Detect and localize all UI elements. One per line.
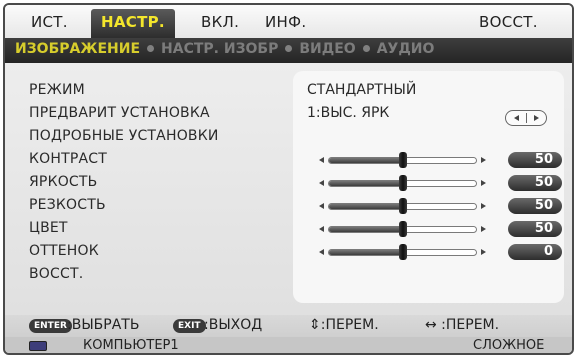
projector-osd-menu: ИСТ. НАСТР. ВКЛ. ИНФ. ВОССТ. ИЗОБРАЖЕНИЕ… [3,3,574,355]
label-reset[interactable]: ВОССТ. [29,266,83,282]
hue-slider[interactable]: 0 [319,244,562,260]
subtab-audio[interactable]: АУДИО [377,41,435,57]
slider-knob[interactable] [398,221,407,237]
slider-fill [329,204,403,209]
decrease-arrow-icon[interactable] [319,180,324,186]
tab-reset[interactable]: ВОССТ. [479,13,538,31]
arrow-divider [526,113,527,123]
preset-value[interactable]: 1:ВЫС. ЯРК [307,105,389,121]
label-contrast[interactable]: КОНТРАСТ [29,151,107,167]
input-source: КОМПЬЮТЕР1 [83,338,179,353]
help-move-updown: ⇕:ПЕРЕМ. [309,317,379,333]
help-move-leftright: ↔ :ПЕРЕМ. [425,317,500,333]
contrast-slider[interactable]: 50 [319,152,562,168]
brightness-value-badge: 50 [508,175,562,191]
increase-arrow-icon[interactable] [481,226,486,232]
preset-selector[interactable] [505,110,547,126]
hue-value-badge: 0 [508,244,562,260]
mode-value[interactable]: СТАНДАРТНЫЙ [307,82,416,98]
subtab-video[interactable]: ВИДЕО [299,41,355,57]
brightness-slider[interactable]: 50 [319,175,562,191]
label-hue[interactable]: ОТТЕНОК [29,243,99,259]
slider-fill [329,227,403,232]
separator-dot [285,44,293,52]
contrast-value-badge: 50 [508,152,562,168]
separator-dot [147,44,155,52]
increase-arrow-icon[interactable] [481,203,486,209]
label-mode[interactable]: РЕЖИМ [29,82,85,98]
decrease-arrow-icon[interactable] [319,157,324,163]
tab-on[interactable]: ВКЛ. [201,13,239,31]
slider-knob[interactable] [398,175,407,191]
menu-level: СЛОЖНОЕ [473,338,545,353]
sharpness-slider[interactable]: 50 [319,198,562,214]
values-panel: СТАНДАРТНЫЙ 1:ВЫС. ЯРК 50 50 50 50 0 [293,71,564,303]
slider-knob[interactable] [398,198,407,214]
increase-arrow-icon[interactable] [481,249,486,255]
sharpness-value-badge: 50 [508,198,562,214]
color-slider[interactable]: 50 [319,221,562,237]
decrease-arrow-icon[interactable] [319,203,324,209]
sub-tab-bar: ИЗОБРАЖЕНИЕ НАСТР. ИЗОБР ВИДЕО АУДИО [5,38,572,63]
label-detail-settings[interactable]: ПОДРОБНЫЕ УСТАНОВКИ [29,128,219,144]
decrease-arrow-icon[interactable] [319,249,324,255]
tab-info[interactable]: ИНФ. [265,13,306,31]
computer-input-icon [29,341,47,351]
main-tab-bar: ИСТ. НАСТР. ВКЛ. ИНФ. ВОССТ. [5,5,572,38]
subtab-image-settings[interactable]: НАСТР. ИЗОБР [161,41,278,57]
slider-fill [329,158,403,163]
settings-panel: РЕЖИМ ПРЕДВАРИТ УСТАНОВКА ПОДРОБНЫЕ УСТА… [5,63,572,315]
decrease-arrow-icon[interactable] [319,226,324,232]
help-select: :ВЫБРАТЬ [67,317,140,333]
color-value-badge: 50 [508,221,562,237]
exit-key-icon: EXIT [173,319,206,333]
slider-fill [329,250,403,255]
label-sharpness[interactable]: РЕЗКОСТЬ [29,197,106,213]
left-arrow-icon[interactable] [514,115,519,121]
help-exit: :ВЫХОД [204,317,263,333]
slider-knob[interactable] [398,152,407,168]
status-bar: КОМПЬЮТЕР1 СЛОЖНОЕ [5,337,572,353]
slider-knob[interactable] [398,244,407,260]
label-color[interactable]: ЦВЕТ [29,220,68,236]
label-brightness[interactable]: ЯРКОСТЬ [29,174,97,190]
tab-setup[interactable]: НАСТР. [91,9,175,38]
enter-key-icon: ENTER [29,319,72,333]
label-preset[interactable]: ПРЕДВАРИТ УСТАНОВКА [29,105,210,121]
help-bar: ENTER :ВЫБРАТЬ EXIT :ВЫХОД ⇕:ПЕРЕМ. ↔ :П… [5,315,572,337]
slider-fill [329,181,403,186]
separator-dot [362,44,370,52]
increase-arrow-icon[interactable] [481,157,486,163]
right-arrow-icon[interactable] [534,115,539,121]
tab-source[interactable]: ИСТ. [31,13,68,31]
increase-arrow-icon[interactable] [481,180,486,186]
subtab-image[interactable]: ИЗОБРАЖЕНИЕ [15,41,140,57]
